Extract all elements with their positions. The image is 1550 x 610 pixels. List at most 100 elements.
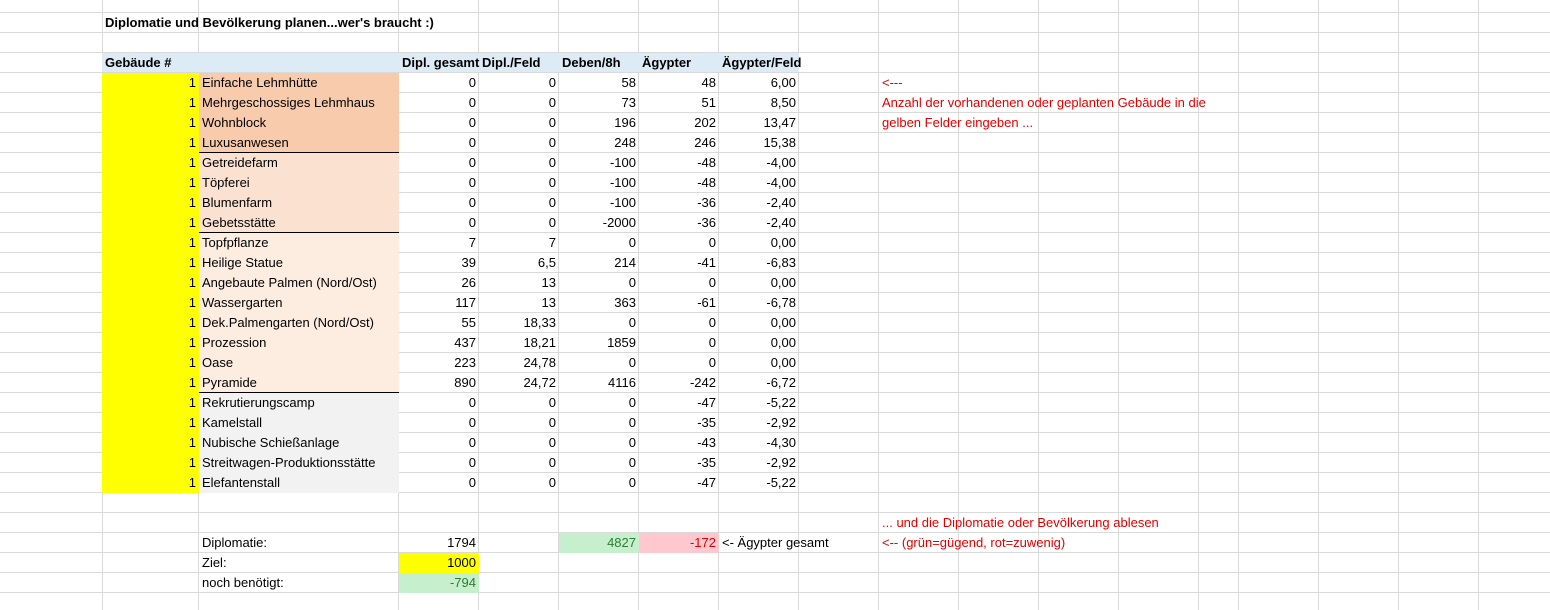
deben-cell[interactable]: -100 — [559, 173, 639, 193]
needed-value[interactable]: -794 — [399, 573, 479, 593]
building-count-input[interactable]: 1 — [102, 413, 199, 433]
egypt-field-cell[interactable]: -6,72 — [719, 373, 799, 393]
egypt-cell[interactable]: -47 — [639, 393, 719, 413]
dipl-total-cell[interactable]: 26 — [399, 273, 479, 293]
dipl-field-cell[interactable]: 6,5 — [479, 253, 559, 273]
building-count-input[interactable]: 1 — [102, 313, 199, 333]
deben-cell[interactable]: -100 — [559, 193, 639, 213]
building-count-input[interactable]: 1 — [102, 253, 199, 273]
deben-cell[interactable]: 0 — [559, 233, 639, 253]
egypt-cell[interactable]: 0 — [639, 333, 719, 353]
egypt-field-cell[interactable]: 8,50 — [719, 93, 799, 113]
dipl-field-cell[interactable]: 18,33 — [479, 313, 559, 333]
dipl-field-cell[interactable]: 0 — [479, 93, 559, 113]
egypt-field-cell[interactable]: -6,78 — [719, 293, 799, 313]
dipl-field-cell[interactable]: 24,72 — [479, 373, 559, 393]
egypt-field-cell[interactable]: -4,30 — [719, 433, 799, 453]
building-count-input[interactable]: 1 — [102, 433, 199, 453]
egypt-cell[interactable]: -48 — [639, 173, 719, 193]
deben-cell[interactable]: 0 — [559, 353, 639, 373]
deben-cell[interactable]: 58 — [559, 73, 639, 93]
deben-cell[interactable]: 4116 — [559, 373, 639, 393]
goal-input[interactable]: 1000 — [399, 553, 479, 573]
dipl-field-cell[interactable]: 7 — [479, 233, 559, 253]
egypt-field-cell[interactable]: 0,00 — [719, 353, 799, 373]
egypt-field-cell[interactable]: 0,00 — [719, 273, 799, 293]
dipl-field-cell[interactable]: 0 — [479, 173, 559, 193]
dipl-field-cell[interactable]: 0 — [479, 133, 559, 153]
dipl-field-cell[interactable]: 18,21 — [479, 333, 559, 353]
deben-cell[interactable]: -2000 — [559, 213, 639, 233]
building-count-input[interactable]: 1 — [102, 293, 199, 313]
dipl-field-cell[interactable]: 0 — [479, 153, 559, 173]
deben-cell[interactable]: 73 — [559, 93, 639, 113]
building-count-input[interactable]: 1 — [102, 93, 199, 113]
egypt-field-cell[interactable]: 0,00 — [719, 313, 799, 333]
dipl-field-cell[interactable]: 24,78 — [479, 353, 559, 373]
egypt-cell[interactable]: -35 — [639, 453, 719, 473]
egypt-field-cell[interactable]: -4,00 — [719, 173, 799, 193]
dipl-total-cell[interactable]: 0 — [399, 133, 479, 153]
building-count-input[interactable]: 1 — [102, 453, 199, 473]
egypt-field-cell[interactable]: -2,92 — [719, 413, 799, 433]
building-count-input[interactable]: 1 — [102, 273, 199, 293]
dipl-total-cell[interactable]: 117 — [399, 293, 479, 313]
deben-cell[interactable]: -100 — [559, 153, 639, 173]
dipl-total-cell[interactable]: 39 — [399, 253, 479, 273]
dipl-field-cell[interactable]: 0 — [479, 453, 559, 473]
dipl-total-cell[interactable]: 0 — [399, 453, 479, 473]
building-count-input[interactable]: 1 — [102, 233, 199, 253]
building-count-input[interactable]: 1 — [102, 113, 199, 133]
deben-cell[interactable]: 0 — [559, 313, 639, 333]
egypt-cell[interactable]: -35 — [639, 413, 719, 433]
egypt-cell[interactable]: -41 — [639, 253, 719, 273]
egypt-cell[interactable]: 0 — [639, 353, 719, 373]
dipl-total-cell[interactable]: 0 — [399, 73, 479, 93]
dipl-total-cell[interactable]: 0 — [399, 173, 479, 193]
dipl-total-cell[interactable]: 0 — [399, 153, 479, 173]
egypt-cell[interactable]: -242 — [639, 373, 719, 393]
egypt-total[interactable]: -172 — [639, 533, 719, 553]
dipl-total-cell[interactable]: 0 — [399, 193, 479, 213]
building-count-input[interactable]: 1 — [102, 213, 199, 233]
dipl-field-cell[interactable]: 0 — [479, 413, 559, 433]
dipl-field-cell[interactable]: 0 — [479, 473, 559, 493]
egypt-cell[interactable]: 202 — [639, 113, 719, 133]
deben-cell[interactable]: 0 — [559, 453, 639, 473]
building-count-input[interactable]: 1 — [102, 173, 199, 193]
egypt-cell[interactable]: 246 — [639, 133, 719, 153]
egypt-cell[interactable]: 0 — [639, 233, 719, 253]
building-count-input[interactable]: 1 — [102, 193, 199, 213]
building-count-input[interactable]: 1 — [102, 473, 199, 493]
deben-cell[interactable]: 214 — [559, 253, 639, 273]
deben-cell[interactable]: 0 — [559, 433, 639, 453]
egypt-field-cell[interactable]: 13,47 — [719, 113, 799, 133]
building-count-input[interactable]: 1 — [102, 153, 199, 173]
egypt-field-cell[interactable]: -2,40 — [719, 213, 799, 233]
egypt-cell[interactable]: 0 — [639, 273, 719, 293]
dipl-total-cell[interactable]: 223 — [399, 353, 479, 373]
egypt-field-cell[interactable]: -5,22 — [719, 393, 799, 413]
deben-cell[interactable]: 0 — [559, 473, 639, 493]
deben-cell[interactable]: 0 — [559, 413, 639, 433]
egypt-cell[interactable]: 51 — [639, 93, 719, 113]
egypt-cell[interactable]: -36 — [639, 213, 719, 233]
deben-cell[interactable]: 0 — [559, 273, 639, 293]
deben-total[interactable]: 4827 — [559, 533, 639, 553]
egypt-cell[interactable]: -36 — [639, 193, 719, 213]
dipl-field-cell[interactable]: 0 — [479, 113, 559, 133]
egypt-cell[interactable]: -43 — [639, 433, 719, 453]
building-count-input[interactable]: 1 — [102, 333, 199, 353]
deben-cell[interactable]: 363 — [559, 293, 639, 313]
dipl-field-cell[interactable]: 0 — [479, 193, 559, 213]
deben-cell[interactable]: 196 — [559, 113, 639, 133]
building-count-input[interactable]: 1 — [102, 393, 199, 413]
dipl-total-cell[interactable]: 55 — [399, 313, 479, 333]
dipl-field-cell[interactable]: 0 — [479, 393, 559, 413]
dipl-field-cell[interactable]: 13 — [479, 273, 559, 293]
dipl-total-cell[interactable]: 890 — [399, 373, 479, 393]
dipl-total-cell[interactable]: 0 — [399, 113, 479, 133]
egypt-cell[interactable]: -47 — [639, 473, 719, 493]
dipl-field-cell[interactable]: 13 — [479, 293, 559, 313]
deben-cell[interactable]: 248 — [559, 133, 639, 153]
